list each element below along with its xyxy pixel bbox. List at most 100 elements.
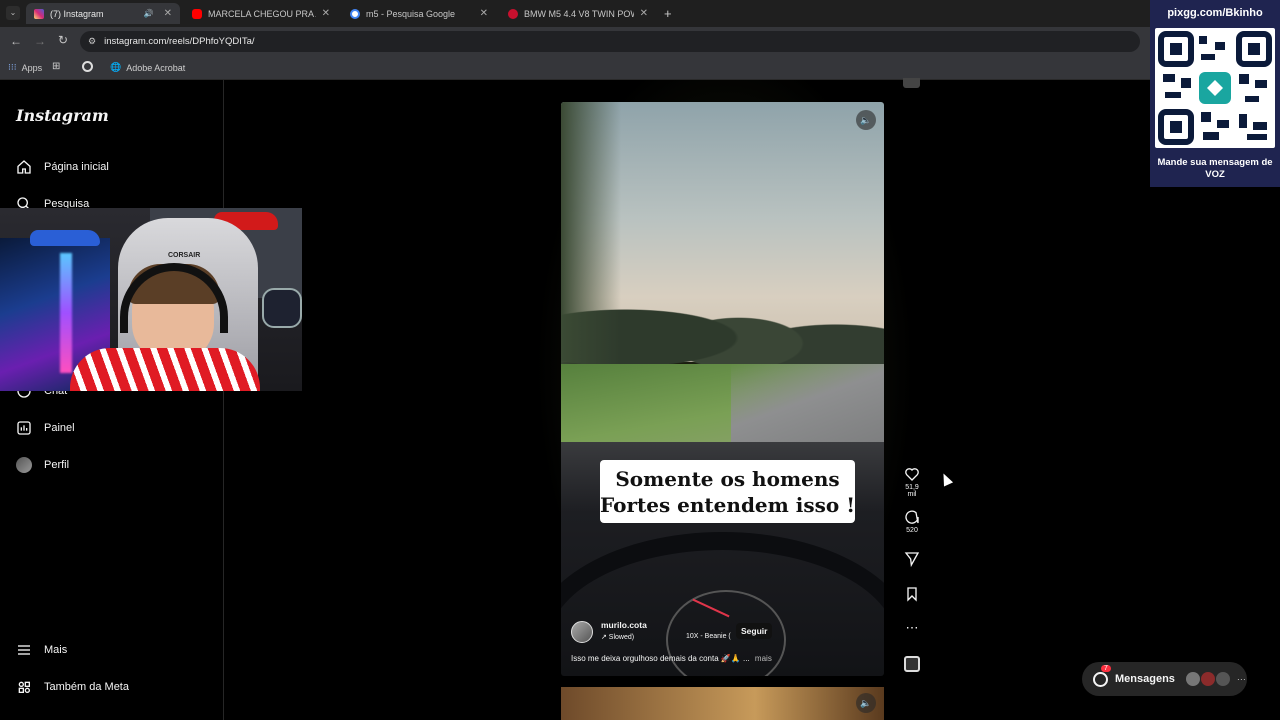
sidebar-item-label: Painel bbox=[44, 422, 75, 434]
next-reel-preview[interactable]: 🔈 bbox=[561, 687, 884, 720]
previous-reel-thumb-icon[interactable] bbox=[903, 78, 920, 88]
audio-label[interactable]: ↗ Slowed) bbox=[601, 633, 634, 641]
menu-icon bbox=[18, 645, 30, 655]
comment-count: 520 bbox=[906, 527, 918, 534]
more-dots-icon: ⋯ bbox=[1236, 673, 1246, 684]
reload-icon[interactable]: ↻ bbox=[58, 33, 68, 47]
globe-icon: 🌐 bbox=[110, 62, 122, 72]
reel-caption-text: Isso me deixa orgulhoso demais da conta … bbox=[571, 654, 750, 663]
tab-title: BMW M5 4.4 V8 TWIN POWER bbox=[524, 8, 634, 19]
mute-button[interactable]: 🔈 bbox=[856, 693, 876, 713]
audio-thumbnail-button[interactable] bbox=[900, 656, 924, 672]
comment-icon bbox=[905, 510, 919, 524]
forward-icon[interactable]: → bbox=[34, 34, 46, 48]
audio-icon: 🔊 bbox=[143, 9, 154, 18]
donation-message: Mande sua mensagem de VOZ bbox=[1157, 157, 1273, 180]
back-icon[interactable]: ← bbox=[10, 34, 22, 48]
sidebar-item-more[interactable]: Mais bbox=[16, 642, 67, 658]
tab-instagram[interactable]: (7) Instagram 🔊 ✕ bbox=[26, 3, 180, 24]
dashboard-icon bbox=[17, 421, 31, 435]
tab-title: m5 - Pesquisa Google bbox=[366, 8, 456, 19]
donation-overlay: pixgg.com/Bkinho Mande sua mensagem de V… bbox=[1150, 0, 1280, 187]
url-text: instagram.com/reels/DPhfoYQDITa/ bbox=[104, 36, 255, 47]
bookmark-icon bbox=[907, 587, 917, 602]
sidebar-item-dashboard[interactable]: Painel bbox=[16, 420, 75, 436]
mute-button[interactable]: 🔈 bbox=[856, 110, 876, 130]
sidebar-item-label: Perfil bbox=[44, 459, 70, 471]
home-icon bbox=[17, 160, 31, 174]
qr-code-icon bbox=[1158, 31, 1272, 145]
audio-thumbnail-icon bbox=[904, 656, 920, 672]
sidebar-item-meta[interactable]: Também da Meta bbox=[16, 679, 129, 695]
reel-caption: Isso me deixa orgulhoso demais da conta … bbox=[571, 654, 772, 663]
toy-car-blue bbox=[30, 230, 100, 246]
caption-overlay-line: Fortes entendem isso ! bbox=[600, 493, 855, 517]
google-favicon-icon bbox=[350, 8, 360, 19]
close-tab-icon[interactable]: ✕ bbox=[322, 8, 330, 19]
sidebar-item-profile[interactable]: Perfil bbox=[16, 457, 69, 473]
youtube-favicon-icon bbox=[192, 8, 202, 19]
messenger-icon: 7 bbox=[1093, 664, 1111, 687]
grid-icon[interactable]: ⊞ bbox=[52, 61, 60, 72]
close-tab-icon[interactable]: ✕ bbox=[164, 8, 172, 19]
author-username[interactable]: murilo.cota bbox=[601, 620, 647, 630]
address-toolbar: ← → ↻ ⚙ instagram.com/reels/DPhfoYQDITa/ bbox=[0, 27, 1280, 56]
profile-avatar bbox=[16, 457, 32, 473]
video-trees-left bbox=[561, 102, 621, 382]
share-button[interactable] bbox=[900, 551, 924, 569]
instagram-favicon-icon bbox=[34, 8, 44, 19]
bookmark-apps[interactable]: ⁝⁝⁝ Apps bbox=[8, 62, 42, 73]
heart-icon bbox=[905, 468, 919, 481]
rgb-strip bbox=[60, 253, 72, 373]
tab-google[interactable]: m5 - Pesquisa Google ✕ bbox=[342, 3, 496, 24]
follow-button[interactable]: Seguir bbox=[736, 623, 773, 639]
bookmark-adobe-acrobat[interactable]: 🌐 Adobe Acrobat bbox=[110, 62, 185, 73]
tab-list-button[interactable]: ⌄ bbox=[6, 6, 20, 20]
sidebar-item-label: Página inicial bbox=[44, 161, 109, 173]
tab-title: MARCELA CHEGOU PRA AGILIZ bbox=[208, 8, 316, 19]
send-icon bbox=[904, 552, 920, 568]
caption-overlay-line: Somente os homens bbox=[615, 467, 840, 491]
new-tab-button[interactable]: + bbox=[664, 6, 672, 21]
messages-label: Mensagens bbox=[1115, 673, 1175, 685]
more-link[interactable]: mais bbox=[755, 654, 772, 663]
like-button[interactable]: 51,9 mil bbox=[900, 466, 924, 498]
author-avatar[interactable] bbox=[571, 621, 593, 643]
save-button[interactable] bbox=[900, 586, 924, 604]
sidebar-item-label: Também da Meta bbox=[44, 681, 129, 693]
caption-overlay-box: Somente os homens Fortes entendem isso ! bbox=[600, 460, 855, 523]
bmw-favicon-icon bbox=[508, 8, 518, 19]
bookmark-label: Adobe Acrobat bbox=[126, 62, 186, 73]
audio-track[interactable]: 10X - Beanie ( bbox=[686, 633, 731, 640]
video-road bbox=[731, 364, 884, 450]
browser-tab-bar: ⌄ (7) Instagram 🔊 ✕ MARCELA CHEGOU PRA A… bbox=[0, 0, 1280, 27]
tab-youtube[interactable]: MARCELA CHEGOU PRA AGILIZ ✕ bbox=[184, 3, 338, 24]
apps-grid-icon: ⁝⁝⁝ bbox=[8, 62, 17, 72]
chair-brand: CORSAIR bbox=[168, 252, 201, 259]
url-field[interactable]: ⚙ instagram.com/reels/DPhfoYQDITa/ bbox=[80, 31, 1140, 52]
mouse-cursor-icon bbox=[938, 471, 954, 487]
bookmarks-bar: ⁝⁝⁝ Apps ⊞ 🌐 Adobe Acrobat bbox=[0, 56, 1280, 80]
reel-video[interactable]: 🔈 Somente os homens Fortes entendem isso… bbox=[561, 102, 884, 676]
more-dots-icon: ⋯ bbox=[905, 620, 919, 635]
close-tab-icon[interactable]: ✕ bbox=[480, 8, 488, 19]
instagram-logo[interactable]: Instagram bbox=[16, 106, 109, 125]
tab-bmw[interactable]: BMW M5 4.4 V8 TWIN POWER ✕ bbox=[500, 3, 656, 24]
like-count: 51,9 mil bbox=[905, 484, 919, 498]
streamer-shirt bbox=[70, 348, 260, 391]
close-tab-icon[interactable]: ✕ bbox=[640, 8, 648, 19]
messages-badge: 7 bbox=[1101, 664, 1111, 672]
qr-code bbox=[1155, 28, 1275, 148]
sidebar-item-label: Mais bbox=[44, 644, 68, 656]
more-options-button[interactable]: ⋯ bbox=[900, 620, 924, 636]
messages-button[interactable]: 7 Mensagens ⋯ bbox=[1082, 662, 1247, 696]
google-icon[interactable] bbox=[82, 61, 93, 72]
instagram-sidebar: Instagram Página inicial Pesquisa Chat P… bbox=[0, 80, 224, 720]
tab-title: (7) Instagram bbox=[50, 8, 104, 19]
donation-site: pixgg.com/Bkinho bbox=[1167, 7, 1263, 19]
bookmark-label: Apps bbox=[21, 62, 43, 73]
comment-button[interactable]: 520 bbox=[900, 509, 924, 534]
site-info-icon[interactable]: ⚙ bbox=[88, 36, 96, 47]
motorcycle-model bbox=[262, 288, 302, 328]
sidebar-item-home[interactable]: Página inicial bbox=[16, 159, 109, 175]
